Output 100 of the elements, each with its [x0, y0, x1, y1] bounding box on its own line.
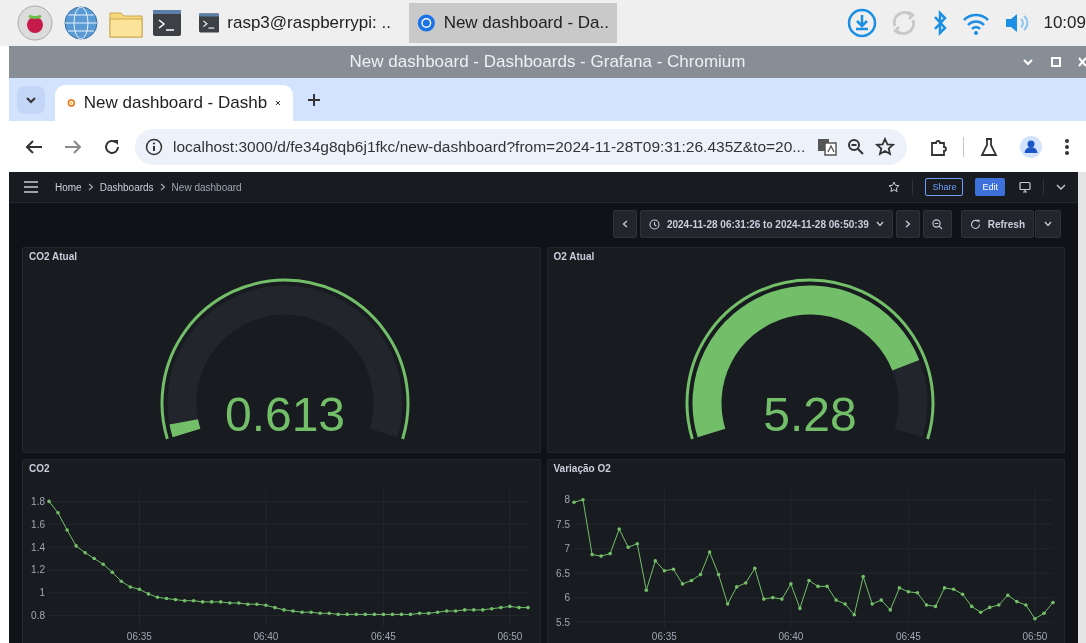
data-point: [580, 498, 585, 502]
browser-tab[interactable]: New dashboard - Dashb: [55, 85, 293, 121]
data-point: [47, 499, 51, 504]
time-range-picker[interactable]: 2024-11-28 06:31:26 to 2024-11-28 06:50:39: [639, 210, 893, 238]
data-point: [209, 600, 214, 604]
data-point: [960, 592, 964, 596]
data-point: [662, 568, 666, 573]
data-point: [200, 600, 205, 604]
breadcrumb-link[interactable]: Dashboards: [99, 181, 154, 193]
data-point: [851, 613, 856, 617]
data-point: [607, 551, 612, 556]
taskbar-window-button[interactable]: New dashboard - Da..: [409, 3, 617, 43]
download-icon[interactable]: [847, 8, 878, 38]
y-tick-label: 6: [563, 592, 570, 604]
back-icon[interactable]: [25, 138, 43, 155]
data-point: [128, 585, 133, 589]
url-text: localhost:3000/d/fe34g8qb6j1fkc/new-dashboard?from=2024-11-28T09:31:26.435Z&to=20...: [173, 137, 807, 156]
data-point: [155, 595, 160, 600]
caret-icon: [25, 94, 37, 106]
forward-icon[interactable]: [64, 138, 82, 155]
panel-title: CO2: [28, 462, 51, 476]
data-point: [770, 595, 775, 600]
y-tick-label: 5.5: [555, 616, 570, 628]
zoom-out-button[interactable]: [922, 210, 952, 238]
data-point: [137, 587, 142, 592]
data-point: [815, 584, 820, 589]
panel-title: O2 Atual: [552, 250, 596, 264]
breadcrumb-link[interactable]: Home: [55, 181, 82, 193]
chevron-icon: [159, 183, 166, 191]
y-tick-label: 1.4: [31, 541, 45, 553]
edit-button[interactable]: Edit: [975, 178, 1005, 196]
minimize-icon[interactable]: [1022, 56, 1034, 68]
reload-icon[interactable]: [103, 137, 121, 156]
data-point: [716, 572, 720, 577]
data-point: [824, 584, 829, 589]
more-icon[interactable]: [1064, 137, 1070, 156]
y-tick-label: 1: [39, 587, 45, 599]
x-tick-label: 06:50: [1021, 631, 1047, 642]
data-point: [761, 597, 766, 601]
data-point: [182, 598, 187, 603]
info-icon[interactable]: [145, 137, 163, 156]
data-point: [273, 605, 277, 610]
terminal-icon[interactable]: [153, 10, 181, 36]
flask-icon[interactable]: [980, 136, 998, 157]
maximize-icon[interactable]: [1050, 56, 1062, 68]
data-point: [987, 605, 991, 610]
data-point: [978, 610, 982, 615]
data-point: [689, 578, 693, 583]
data-point: [589, 552, 594, 557]
star-icon[interactable]: [875, 136, 895, 157]
data-point: [1041, 611, 1046, 616]
data-point: [164, 596, 169, 601]
clock: 10:09: [1043, 13, 1086, 33]
data-point: [725, 602, 729, 606]
data-point: [372, 612, 377, 617]
breadcrumb-link[interactable]: New dashboard: [171, 181, 242, 193]
data-point: [309, 610, 313, 614]
refresh-button[interactable]: Refresh: [960, 210, 1034, 238]
y-tick-label: 6.5: [555, 567, 570, 579]
avatar-icon[interactable]: [1020, 135, 1042, 158]
data-point: [788, 582, 793, 586]
data-point: [119, 579, 124, 584]
data-point: [888, 608, 892, 612]
x-tick-label: 06:40: [777, 631, 803, 642]
data-point: [869, 602, 874, 606]
menu-icon[interactable]: [23, 181, 39, 193]
data-point: [83, 551, 87, 555]
zoom-icon[interactable]: [847, 137, 865, 156]
data-point: [101, 562, 105, 566]
data-point: [879, 598, 883, 602]
share-button[interactable]: Share: [925, 178, 964, 196]
y-tick-label: 7.5: [555, 518, 570, 530]
caret-icon[interactable]: [1056, 183, 1066, 191]
taskbar-window-button[interactable]: rasp3@raspberrypi: ..: [191, 3, 399, 43]
data-point: [282, 608, 286, 612]
data-point: [734, 585, 738, 589]
zoom-out-icon: [931, 218, 943, 230]
data-point: [300, 610, 304, 614]
chevron-left-icon: [621, 220, 628, 228]
globe-icon[interactable]: [63, 5, 99, 41]
data-point: [598, 554, 603, 558]
tab-search-button[interactable]: [17, 86, 45, 114]
data-point: [390, 612, 395, 617]
data-point: [146, 592, 151, 596]
translate-icon[interactable]: [817, 137, 837, 156]
x-tick-label: 06:50: [497, 631, 523, 642]
data-point: [1050, 600, 1055, 605]
data-point: [110, 570, 115, 574]
data-point: [915, 591, 919, 595]
data-point: [327, 611, 331, 616]
y-tick-label: 7: [563, 543, 570, 555]
monitor-icon[interactable]: [1019, 181, 1031, 193]
panel-title: CO2 Atual: [28, 250, 78, 264]
new-tab-icon[interactable]: [307, 93, 321, 107]
raspberry-icon[interactable]: [17, 5, 53, 41]
data-point: [1005, 593, 1010, 597]
refresh-icon: [969, 218, 981, 230]
data-point: [698, 572, 702, 577]
data-point: [472, 608, 476, 612]
address-field[interactable]: localhost:3000/d/fe34g8qb6j1fkc/new-dashboard?from=2024-11-28T09:31:26.435Z&to=20...: [135, 128, 907, 165]
